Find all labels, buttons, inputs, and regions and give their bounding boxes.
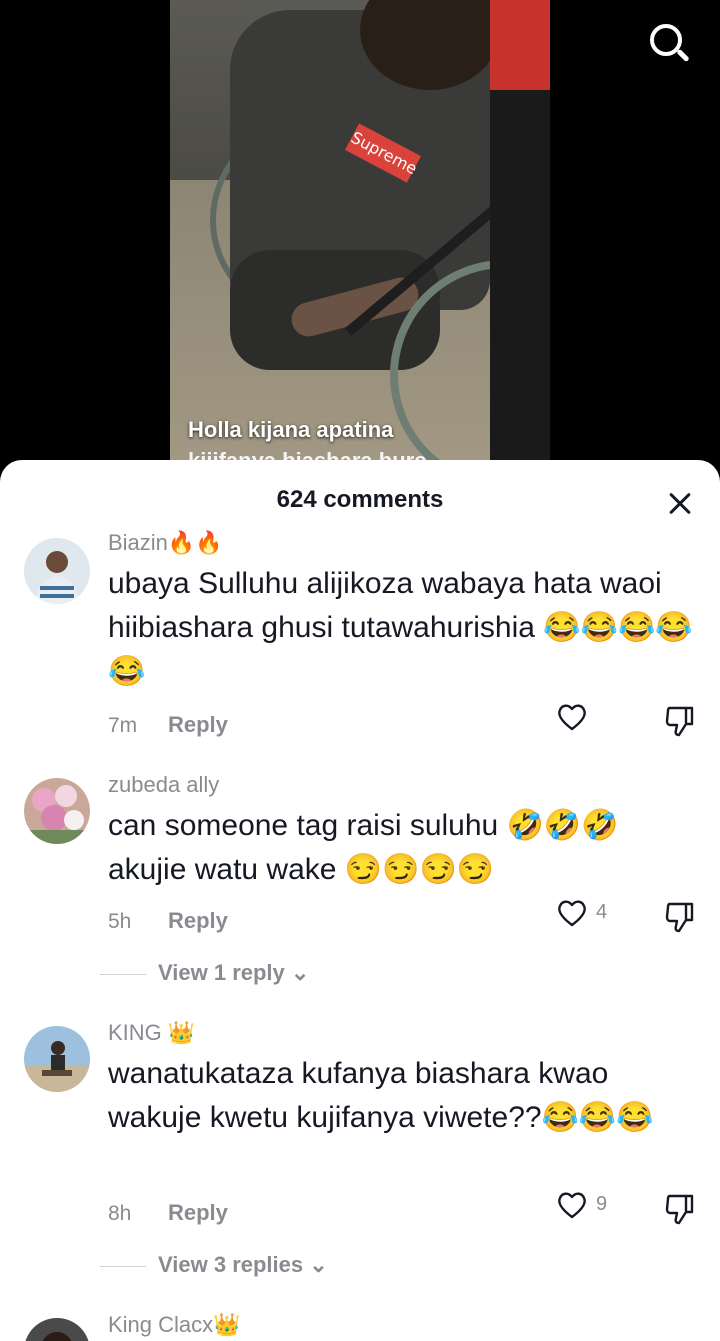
avatar[interactable] bbox=[24, 1318, 90, 1341]
heart-icon bbox=[558, 1192, 586, 1219]
divider-line bbox=[100, 974, 146, 975]
bystander-shirt bbox=[490, 0, 550, 90]
comment-count: 624 comments bbox=[276, 486, 444, 513]
view-replies-label: View 3 replies ⌄ bbox=[158, 1252, 328, 1277]
comment-username[interactable]: KING 👑 bbox=[108, 1020, 195, 1046]
dislike-icon[interactable] bbox=[664, 704, 696, 738]
like-count: 4 bbox=[596, 901, 608, 923]
search-icon[interactable] bbox=[646, 22, 692, 68]
heart-icon bbox=[558, 704, 586, 731]
sheet-header: 624 comments bbox=[0, 460, 720, 538]
comment-text: can someone tag raisi suluhu 🤣🤣🤣 akujie … bbox=[108, 809, 619, 886]
comment-username[interactable]: King Clacx👑 bbox=[108, 1312, 241, 1338]
reply-button[interactable]: Reply bbox=[168, 908, 228, 934]
video-caption: Holla kijana apatina bbox=[188, 417, 394, 442]
comment-time: 7m bbox=[108, 714, 138, 737]
like-count: 9 bbox=[596, 1193, 608, 1215]
comment-time: 5h bbox=[108, 910, 132, 933]
close-icon[interactable] bbox=[664, 488, 696, 520]
video-player[interactable]: Supreme Holla kijana apatina kijifanya b… bbox=[0, 0, 720, 480]
comment-username[interactable]: zubeda ally bbox=[108, 772, 219, 798]
like-button[interactable]: 4 bbox=[556, 898, 616, 932]
comments-sheet: 624 comments Biazin🔥🔥 ubaya Sulluhu alij… bbox=[0, 460, 720, 1341]
view-replies-label: View 1 reply ⌄ bbox=[158, 960, 310, 985]
comment-username[interactable]: Biazin🔥🔥 bbox=[108, 530, 223, 556]
reply-button[interactable]: Reply bbox=[168, 1200, 228, 1226]
reply-button[interactable]: Reply bbox=[168, 712, 228, 738]
like-button[interactable]: 9 bbox=[556, 1190, 616, 1224]
divider-line bbox=[100, 1266, 146, 1267]
comment-text: ubaya Sulluhu alijikoza wabaya hata waoi… bbox=[108, 567, 693, 688]
video-frame: Supreme bbox=[170, 0, 550, 480]
avatar[interactable] bbox=[24, 538, 90, 604]
dislike-icon[interactable] bbox=[664, 1192, 696, 1226]
avatar[interactable] bbox=[24, 1026, 90, 1092]
avatar[interactable] bbox=[24, 778, 90, 844]
heart-icon bbox=[558, 900, 586, 927]
dislike-icon[interactable] bbox=[664, 900, 696, 934]
comment-time: 8h bbox=[108, 1202, 132, 1225]
comment-text: wanatukataza kufanya biashara kwao wakuj… bbox=[108, 1057, 654, 1134]
like-button[interactable] bbox=[556, 702, 616, 736]
